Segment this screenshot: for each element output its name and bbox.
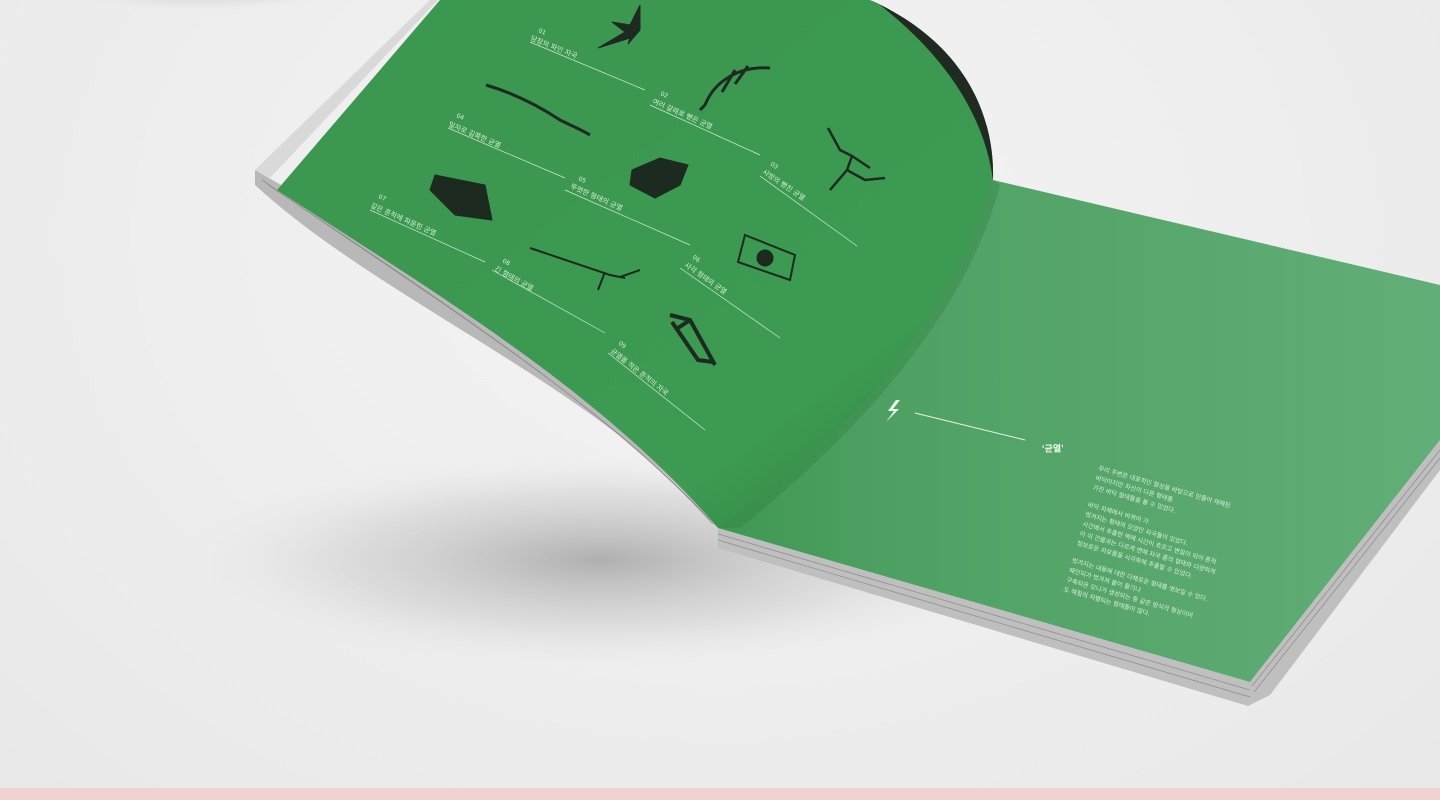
right-page-title: '균열' bbox=[1042, 442, 1064, 455]
specimen-06-core bbox=[756, 249, 774, 267]
bottom-accent-band bbox=[0, 788, 1440, 800]
top-shadow bbox=[66, 0, 334, 12]
booklet-mockup: 01 당장의 파인 자국 02 여러 갈래로 뻗은 균열 03 사방의 뻗친 균… bbox=[66, 0, 1440, 706]
photo-scene: 01 당장의 파인 자국 02 여러 갈래로 뻗은 균열 03 사방의 뻗친 균… bbox=[0, 0, 1440, 788]
